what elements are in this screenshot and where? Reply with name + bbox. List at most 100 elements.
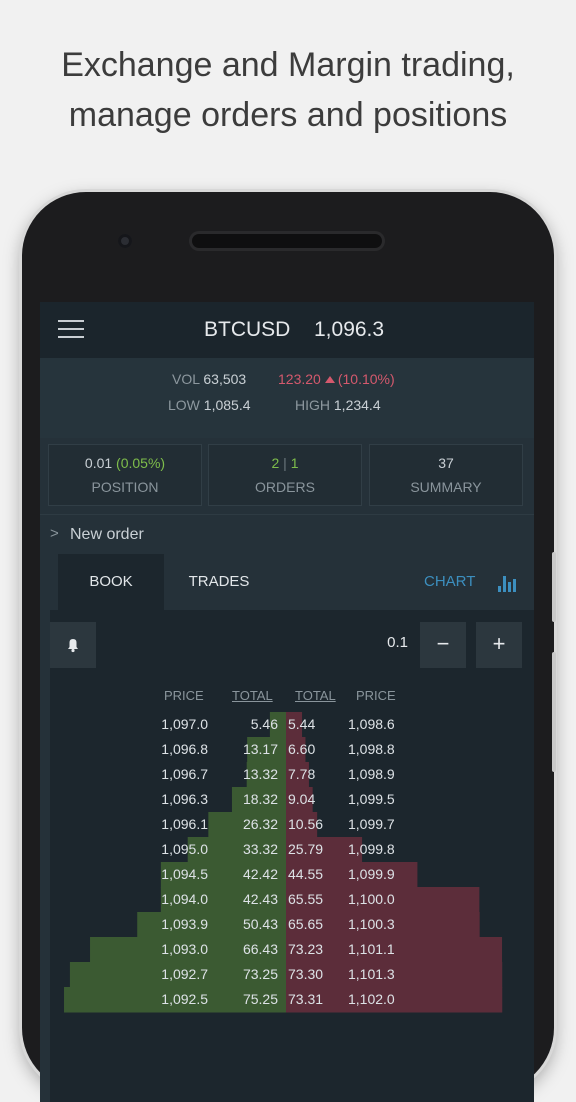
summary-cards: 0.01 (0.05%) POSITION 2 | 1 ORDERS 37 SU… xyxy=(40,438,534,514)
ask-price: 1,100.0 xyxy=(348,891,395,907)
ask-price: 1,099.5 xyxy=(348,791,395,807)
ask-total: 65.55 xyxy=(288,891,324,907)
order-book-row[interactable]: 1,097.0 5.46 5.44 1,098.6 xyxy=(50,712,534,737)
precision-amount: 0.1 xyxy=(387,634,408,651)
summary-value: 37 xyxy=(438,455,454,471)
change-percent: (10.10%) xyxy=(337,371,395,387)
bid-total: 18.32 xyxy=(242,791,278,807)
order-book-row[interactable]: 1,096.7 13.32 7.78 1,098.9 xyxy=(50,762,534,787)
app-screen: BTCUSD 1,096.3 VOL 63,503 123.20 (10.10%)… xyxy=(40,302,534,1102)
high-value: 1,234.4 xyxy=(333,397,381,413)
bid-price: 1,092.7 xyxy=(161,966,208,982)
ask-total: 7.78 xyxy=(288,766,316,782)
bid-price: 1,096.1 xyxy=(161,816,208,832)
decrease-button[interactable]: − xyxy=(420,622,466,668)
headline: Exchange and Margin trading, manage orde… xyxy=(0,40,576,140)
headline-line-2: manage orders and positions xyxy=(68,96,508,134)
new-order-toggle[interactable]: > New order xyxy=(40,514,534,555)
book-controls: 0.1 − + xyxy=(50,610,534,678)
bid-total-header[interactable]: TOTAL xyxy=(232,688,273,703)
order-book-row[interactable]: 1,094.5 42.42 44.55 1,099.9 xyxy=(50,862,534,887)
bid-total: 42.43 xyxy=(242,891,278,907)
ask-total: 73.23 xyxy=(288,941,324,957)
bid-total: 73.25 xyxy=(242,966,278,982)
bid-price: 1,093.9 xyxy=(161,916,208,932)
bid-total: 50.43 xyxy=(242,916,278,932)
high-label: HIGH xyxy=(295,397,330,413)
bid-total: 13.17 xyxy=(242,741,278,757)
ask-price: 1,101.3 xyxy=(348,966,395,982)
ticker-stats: VOL 63,503 123.20 (10.10%) LOW 1,085.4 HI… xyxy=(40,358,534,438)
bid-total: 26.32 xyxy=(242,816,278,832)
tab-book[interactable]: BOOK xyxy=(58,554,164,610)
ask-price: 1,098.9 xyxy=(348,766,395,782)
bid-total: 33.32 xyxy=(242,841,278,857)
ask-total: 10.56 xyxy=(288,816,324,832)
ask-total: 73.31 xyxy=(288,991,324,1007)
summary-label: SUMMARY xyxy=(410,479,482,495)
order-book-row[interactable]: 1,096.8 13.17 6.60 1,098.8 xyxy=(50,737,534,762)
bid-price: 1,097.0 xyxy=(161,716,208,732)
ask-total-header[interactable]: TOTAL xyxy=(295,688,336,703)
ask-total: 73.30 xyxy=(288,966,324,982)
orders-label: ORDERS xyxy=(255,479,315,495)
orders-other-count: 1 xyxy=(290,455,299,471)
ask-price: 1,099.9 xyxy=(348,866,395,882)
increase-button[interactable]: + xyxy=(476,622,522,668)
low-stat: LOW 1,085.4 xyxy=(168,397,251,413)
ask-total: 25.79 xyxy=(288,841,324,857)
ask-total: 9.04 xyxy=(288,791,316,807)
bid-price: 1,096.8 xyxy=(161,741,208,757)
high-stat: HIGH 1,234.4 xyxy=(295,397,381,413)
ask-price: 1,100.3 xyxy=(348,916,395,932)
bid-price: 1,094.5 xyxy=(161,866,208,882)
chart-link[interactable]: CHART xyxy=(424,554,475,610)
chevron-right-icon: > xyxy=(50,525,59,542)
ask-price: 1,098.6 xyxy=(348,716,395,732)
order-book-row[interactable]: 1,093.0 66.43 73.23 1,101.1 xyxy=(50,937,534,962)
change-value: 123.20 xyxy=(278,371,321,387)
bid-price: 1,093.0 xyxy=(161,941,208,957)
front-camera xyxy=(118,234,132,248)
order-book-row[interactable]: 1,094.0 42.43 65.55 1,100.0 xyxy=(50,887,534,912)
bar-chart-icon[interactable] xyxy=(498,574,520,592)
ask-total: 5.44 xyxy=(288,716,316,732)
order-book-row[interactable]: 1,092.7 73.25 73.30 1,101.3 xyxy=(50,962,534,987)
app-bar: BTCUSD 1,096.3 xyxy=(40,302,534,358)
tab-trades[interactable]: TRADES xyxy=(166,554,272,610)
phone-frame: BTCUSD 1,096.3 VOL 63,503 123.20 (10.10%)… xyxy=(22,192,556,1102)
position-value: 0.01 xyxy=(84,455,113,471)
ask-total: 65.65 xyxy=(288,916,324,932)
ask-total: 6.60 xyxy=(288,741,316,757)
bid-price: 1,096.7 xyxy=(161,766,208,782)
pair-symbol[interactable]: BTCUSD xyxy=(204,318,290,342)
bid-total: 13.32 xyxy=(242,766,278,782)
order-book-row[interactable]: 1,095.0 33.32 25.79 1,099.8 xyxy=(50,837,534,862)
order-book-row[interactable]: 1,096.3 18.32 9.04 1,099.5 xyxy=(50,787,534,812)
hamburger-menu-icon[interactable] xyxy=(58,320,84,340)
summary-card[interactable]: 37 SUMMARY xyxy=(369,444,523,506)
position-card[interactable]: 0.01 (0.05%) POSITION xyxy=(48,444,202,506)
bid-price: 1,096.3 xyxy=(161,791,208,807)
bid-price-header: PRICE xyxy=(164,688,204,703)
bid-total: 75.25 xyxy=(242,991,278,1007)
orders-card[interactable]: 2 | 1 ORDERS xyxy=(208,444,362,506)
low-value: 1,085.4 xyxy=(203,397,251,413)
new-order-label: New order xyxy=(70,526,144,543)
ask-total: 44.55 xyxy=(288,866,324,882)
order-book: PRICE TOTAL TOTAL PRICE 1,097.0 5.46 5.44 1… xyxy=(50,678,534,1102)
volume-stat: VOL 63,503 xyxy=(172,371,246,387)
ask-price: 1,101.1 xyxy=(348,941,395,957)
low-label: LOW xyxy=(168,397,200,413)
order-book-row[interactable]: 1,096.1 26.32 10.56 1,099.7 xyxy=(50,812,534,837)
bell-icon[interactable] xyxy=(50,622,96,668)
order-book-row[interactable]: 1,092.5 75.25 73.31 1,102.0 xyxy=(50,987,534,1012)
bid-price: 1,094.0 xyxy=(161,891,208,907)
last-price: 1,096.3 xyxy=(314,318,385,341)
position-percent: (0.05%) xyxy=(116,455,166,471)
ask-price-header: PRICE xyxy=(356,688,396,703)
volume-label: VOL xyxy=(172,371,200,387)
ask-price: 1,099.8 xyxy=(348,841,395,857)
bid-total: 66.43 xyxy=(242,941,278,957)
order-book-row[interactable]: 1,093.9 50.43 65.65 1,100.3 xyxy=(50,912,534,937)
